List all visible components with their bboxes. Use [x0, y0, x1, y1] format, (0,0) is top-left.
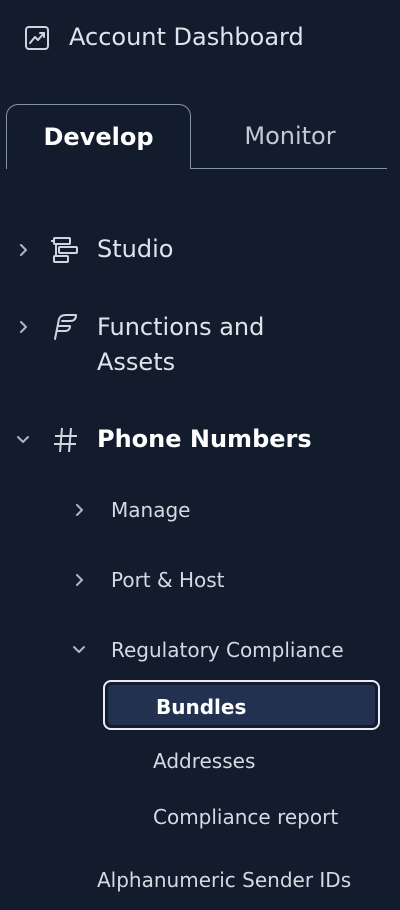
chevron-right-icon: [20, 321, 27, 333]
nav-item-regulatory-compliance[interactable]: Regulatory Compliance: [60, 634, 390, 668]
studio-flow-icon: [51, 237, 78, 263]
nav-item-bundles[interactable]: Bundles: [103, 680, 380, 730]
nav-item-phone-numbers[interactable]: Phone Numbers: [0, 420, 400, 460]
tab-monitor-label: Monitor: [244, 122, 336, 150]
nav-item-phone-numbers-label: Phone Numbers: [97, 425, 312, 453]
tab-monitor[interactable]: Monitor: [193, 104, 387, 168]
account-dashboard-link[interactable]: Account Dashboard: [0, 10, 400, 66]
nav-item-regulatory-label: Regulatory Compliance: [111, 638, 344, 662]
hash-icon: [54, 427, 77, 453]
functions-feather-icon: [54, 314, 77, 340]
chevron-right-icon: [76, 574, 83, 586]
account-dashboard-label: Account Dashboard: [69, 23, 304, 51]
nav-item-functions-assets[interactable]: Functions and Assets: [0, 308, 400, 380]
nav-item-studio-label: Studio: [97, 235, 174, 263]
nav-item-manage-label: Manage: [111, 498, 191, 522]
nav-item-alphanumeric-label: Alphanumeric Sender IDs: [97, 868, 352, 892]
nav-item-bundles-highlight: Bundles: [108, 685, 375, 725]
nav-item-compliance-report-label: Compliance report: [153, 805, 339, 829]
nav-item-functions-label-line2: Assets: [97, 348, 176, 376]
chevron-down-icon: [73, 646, 85, 653]
chevron-right-icon: [20, 244, 27, 256]
nav-item-manage[interactable]: Manage: [60, 494, 390, 528]
nav-item-functions-label-line1: Functions and: [97, 313, 265, 341]
nav-item-addresses[interactable]: Addresses: [140, 746, 390, 778]
tab-develop[interactable]: Develop: [6, 104, 191, 169]
nav-item-addresses-label: Addresses: [153, 749, 256, 773]
nav-item-studio[interactable]: Studio: [0, 230, 400, 270]
nav-item-port-host-label: Port & Host: [111, 568, 225, 592]
chart-trend-icon: [25, 26, 49, 50]
chevron-down-icon: [17, 436, 29, 443]
nav-item-bundles-label: Bundles: [156, 695, 247, 719]
tab-develop-label: Develop: [43, 123, 154, 151]
nav-item-port-host[interactable]: Port & Host: [60, 564, 390, 598]
nav-item-compliance-report[interactable]: Compliance report: [140, 802, 390, 834]
nav-item-alphanumeric-sender-ids[interactable]: Alphanumeric Sender IDs: [80, 864, 390, 898]
chevron-right-icon: [76, 504, 83, 516]
